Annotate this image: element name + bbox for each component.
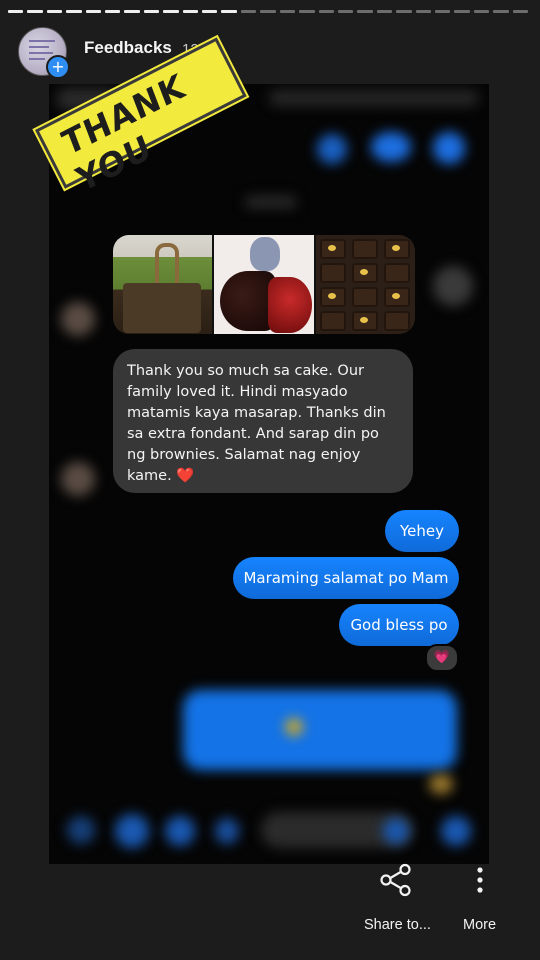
brownie-topping — [391, 293, 400, 299]
progress-segment — [434, 10, 451, 13]
progress-segment — [105, 10, 121, 13]
story-progress-bar — [8, 10, 532, 14]
progress-segment — [27, 10, 43, 13]
photo-brownies[interactable] — [315, 235, 415, 334]
progress-segment — [182, 10, 199, 13]
progress-segment — [221, 10, 237, 13]
progress-segment — [473, 10, 490, 13]
progress-segment — [143, 10, 160, 13]
blurred-call-icon — [317, 134, 347, 164]
progress-segment — [124, 10, 140, 13]
blurred-status-bar — [269, 90, 479, 106]
progress-segment — [493, 10, 509, 13]
photo-grid[interactable] — [113, 235, 415, 334]
progress-segment — [66, 10, 82, 13]
more-vertical-icon[interactable] — [470, 866, 490, 894]
brownie-piece — [383, 263, 410, 283]
photo-gift-bag[interactable] — [113, 235, 213, 334]
progress-segment — [512, 10, 528, 13]
progress-segment — [163, 10, 179, 13]
blurred-share-button — [433, 266, 473, 306]
progress-segment — [279, 10, 296, 13]
progress-segment — [240, 10, 257, 13]
progress-segment — [454, 10, 470, 13]
brownie-piece — [319, 263, 346, 283]
brownie-topping — [327, 293, 336, 299]
brownie-topping — [327, 245, 336, 251]
progress-segment — [376, 10, 393, 13]
heart-emoji: ❤️ — [176, 468, 195, 484]
blurred-avatar — [61, 462, 95, 496]
share-icon[interactable] — [379, 863, 413, 897]
blurred-reaction — [429, 774, 453, 794]
blurred-avatar — [61, 302, 95, 336]
brownie-piece — [351, 239, 378, 259]
brownie-topping — [359, 269, 368, 275]
cake-red-velvet — [268, 277, 313, 333]
blurred-emoji-icon — [383, 818, 409, 844]
add-story-icon[interactable]: + — [46, 55, 70, 79]
bag-body — [123, 283, 201, 333]
brownie-piece — [319, 311, 346, 331]
blurred-timestamp — [245, 196, 297, 208]
chat-screenshot: Thank you so much sa cake. Our family lo… — [49, 84, 489, 864]
blurred-mic-icon — [215, 818, 239, 844]
blurred-message-bubble — [183, 690, 457, 770]
sent-message-bubble[interactable]: Yehey — [385, 510, 459, 552]
progress-segment — [260, 10, 276, 13]
sent-message-bubble[interactable]: Maraming salamat po Mam — [233, 557, 459, 599]
progress-segment — [46, 10, 63, 13]
blurred-info-icon — [433, 132, 465, 164]
photo-cake[interactable] — [214, 235, 314, 334]
progress-segment — [202, 10, 218, 13]
brownie-topping — [359, 317, 368, 323]
blurred-camera-icon — [115, 814, 149, 848]
brownie-topping — [391, 245, 400, 251]
username[interactable]: Feedbacks — [84, 38, 172, 58]
avatar-detail — [29, 52, 53, 54]
progress-segment — [299, 10, 315, 13]
blurred-menu-icon — [67, 816, 95, 844]
progress-segment — [318, 10, 334, 13]
share-to-button[interactable]: Share to... — [364, 917, 431, 933]
progress-segment — [396, 10, 412, 13]
progress-segment — [8, 10, 24, 13]
sent-message-bubble[interactable]: God bless po — [339, 604, 459, 646]
avatar-detail — [29, 58, 45, 60]
progress-segment — [337, 10, 354, 13]
received-message-text: Thank you so much sa cake. Our family lo… — [127, 363, 386, 484]
blurred-video-icon — [371, 132, 411, 162]
heart-reaction-icon: 💗 — [425, 644, 459, 672]
cake-topper — [250, 237, 281, 271]
avatar-detail — [29, 46, 49, 48]
progress-segment — [357, 10, 373, 13]
more-button[interactable]: More — [463, 917, 496, 933]
blurred-emoji — [285, 718, 303, 736]
brownie-piece — [383, 311, 410, 331]
story-viewer: + Feedbacks 12w Thank you so — [0, 0, 540, 960]
blurred-like-icon — [441, 816, 471, 846]
brownie-piece — [351, 287, 378, 307]
progress-segment — [85, 10, 102, 13]
blurred-gallery-icon — [165, 816, 195, 846]
avatar-detail — [29, 40, 55, 42]
progress-segment — [415, 10, 431, 13]
received-message-bubble[interactable]: Thank you so much sa cake. Our family lo… — [113, 349, 413, 493]
